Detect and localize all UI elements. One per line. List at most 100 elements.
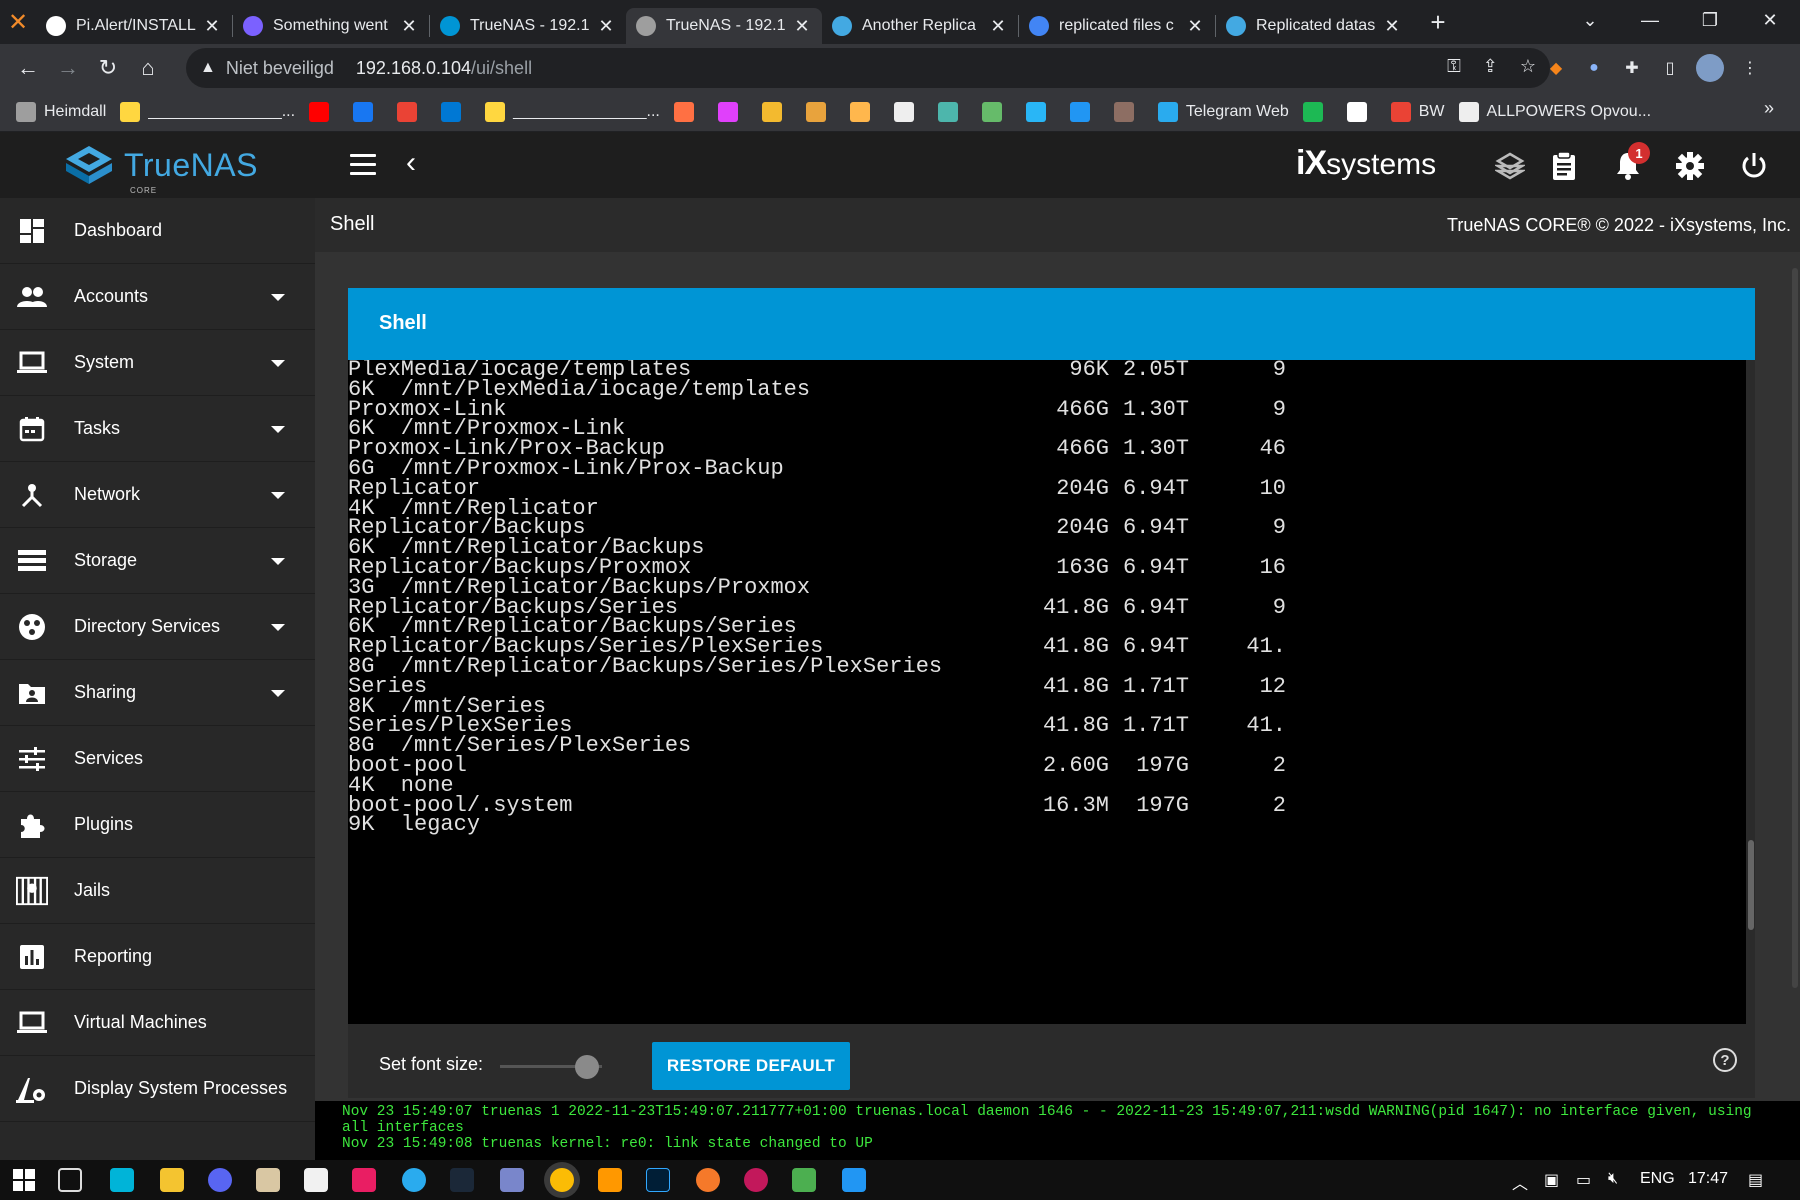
font-size-slider-thumb[interactable] [574,1055,599,1079]
browser-menu-logo-icon[interactable]: ✕ [0,0,36,44]
metamask-extension-icon[interactable]: ◆ [1544,56,1568,80]
sidebar-item-dashboard[interactable]: Dashboard [0,198,315,264]
tab-close-icon[interactable]: ✕ [399,16,419,37]
sidebar-item-storage[interactable]: Storage [0,528,315,594]
sidebar-item-tasks[interactable]: Tasks [0,396,315,462]
truenas-logo[interactable]: TrueNAS CORE [64,144,258,195]
bookmark-item[interactable] [397,101,425,122]
terminal-scrollbar[interactable] [1747,360,1755,1024]
bookmark-item[interactable] [981,101,1010,122]
minimize-button[interactable]: — [1620,0,1680,40]
display-tray-icon[interactable]: ▭ [1576,1170,1591,1190]
bookmark-item[interactable]: Telegram Web [1157,101,1289,122]
truecommand-icon[interactable] [1490,146,1530,186]
home-button[interactable]: ⌂ [128,48,168,88]
browser-tab[interactable]: TrueNAS - 192.1 ✕ [430,8,626,44]
tab-close-icon[interactable]: ✕ [792,16,812,37]
bookmark-item[interactable] [1113,101,1142,122]
tab-close-icon[interactable]: ✕ [1382,16,1402,37]
bookmark-item[interactable] [353,101,381,122]
bookmark-item[interactable]: BW [1390,101,1445,122]
browser-tab[interactable]: Replicated datas ✕ [1216,8,1412,44]
extension-icon[interactable]: ● [1582,56,1606,80]
windows-start-icon[interactable] [12,1168,36,1192]
collapse-chevron-icon[interactable]: ‹ [406,146,416,180]
action-center-icon[interactable]: ▤ [1748,1170,1763,1190]
sidebar-item-network[interactable]: Network [0,462,315,528]
browser-tab[interactable]: replicated files c ✕ [1019,8,1215,44]
taskbar-app-icon[interactable] [352,1168,376,1192]
browser-tab[interactable]: Pi.Alert/INSTALL ✕ [36,8,232,44]
bookmark-item[interactable] [441,101,469,122]
chrome-icon[interactable] [550,1168,574,1192]
bookmark-item[interactable] [717,101,746,122]
menu-toggle-icon[interactable] [350,154,376,176]
profile-avatar[interactable] [1696,54,1724,82]
taskbar-app-icon[interactable] [256,1168,280,1192]
steam-icon[interactable] [450,1168,474,1192]
forward-button[interactable]: → [48,48,88,88]
sidebar-item-system[interactable]: System [0,330,315,396]
browser-tab[interactable]: Another Replica ✕ [822,8,1018,44]
sidebar-item-directory-services[interactable]: Directory Services [0,594,315,660]
sidebar-item-reporting[interactable]: Reporting [0,924,315,990]
tab-close-icon[interactable]: ✕ [596,16,616,37]
tab-close-icon[interactable]: ✕ [1185,16,1205,37]
notepad-icon[interactable] [304,1168,328,1192]
puzzle-extensions-icon[interactable]: ✚ [1620,56,1644,80]
restore-default-button[interactable]: RESTORE DEFAULT [652,1042,850,1090]
reload-button[interactable]: ↻ [88,48,128,88]
taskbar-app-icon[interactable] [744,1168,768,1192]
sidebar-item-accounts[interactable]: Accounts [0,264,315,330]
sidebar-item-sharing[interactable]: Sharing [0,660,315,726]
more-bookmarks-icon[interactable]: » [1764,98,1774,119]
taskbar-app-icon[interactable] [792,1168,816,1192]
browser-menu-icon[interactable]: ⋮ [1738,56,1762,80]
tab-search-icon[interactable]: ⌄ [1560,0,1620,40]
key-icon[interactable]: ⚿ [1447,56,1461,77]
taskbar-app-icon[interactable] [110,1168,134,1192]
blender-icon[interactable] [696,1168,720,1192]
side-panel-icon[interactable]: ▯ [1658,56,1682,80]
restore-button[interactable]: ❐ [1680,0,1740,40]
page-scrollbar[interactable] [1790,268,1800,988]
page-scroll-thumb[interactable] [1792,268,1798,988]
sidebar-item-plugins[interactable]: Plugins [0,792,315,858]
taskbar-app-icon[interactable] [598,1168,622,1192]
bookmark-item[interactable] [1302,101,1331,122]
bookmark-item[interactable] [1025,101,1054,122]
caret-down-icon[interactable] [271,624,285,631]
taskbar-app-icon[interactable] [842,1168,866,1192]
tray-expand-icon[interactable]: ︿ [1512,1170,1528,1194]
terminal-scroll-thumb[interactable] [1748,840,1754,930]
bookmark-item[interactable] [309,101,337,122]
terminal[interactable]: PlexMedia/iocage/templates 96K 2.05T 9 6K /m… [348,360,1746,1024]
close-window-button[interactable]: ✕ [1740,0,1800,40]
bookmark-item[interactable]: Heimdall [16,101,106,122]
clock[interactable]: 17:47 [1688,1170,1728,1188]
back-button[interactable]: ← [8,48,48,88]
bookmark-item[interactable] [805,101,834,122]
file-explorer-icon[interactable] [160,1168,184,1192]
bookmark-item[interactable]: _______________... [485,101,660,122]
caret-down-icon[interactable] [271,294,285,301]
sidebar-item-display-system-processes[interactable]: Display System Processes [0,1056,315,1122]
task-view-icon[interactable] [58,1168,82,1192]
clipboard-icon[interactable] [1544,146,1584,186]
taskbar-app-icon[interactable] [500,1168,524,1192]
bookmark-item[interactable] [849,101,878,122]
bookmark-item[interactable] [937,101,966,122]
settings-gear-icon[interactable] [1670,146,1710,186]
tab-close-icon[interactable]: ✕ [202,16,222,37]
language-indicator[interactable]: ENG [1640,1170,1675,1188]
sidebar-item-services[interactable]: Services [0,726,315,792]
sidebar-item-jails[interactable]: Jails [0,858,315,924]
bookmark-item[interactable] [761,101,790,122]
network-tray-icon[interactable]: ▣ [1544,1170,1559,1190]
telegram-icon[interactable] [402,1168,426,1192]
power-icon[interactable] [1734,146,1774,186]
bookmark-item[interactable]: ALLPOWERS Opvou... [1458,101,1651,122]
caret-down-icon[interactable] [271,690,285,697]
browser-tab[interactable]: Something went ✕ [233,8,429,44]
volume-muted-icon[interactable]: 🔇︎ [1608,1170,1618,1188]
